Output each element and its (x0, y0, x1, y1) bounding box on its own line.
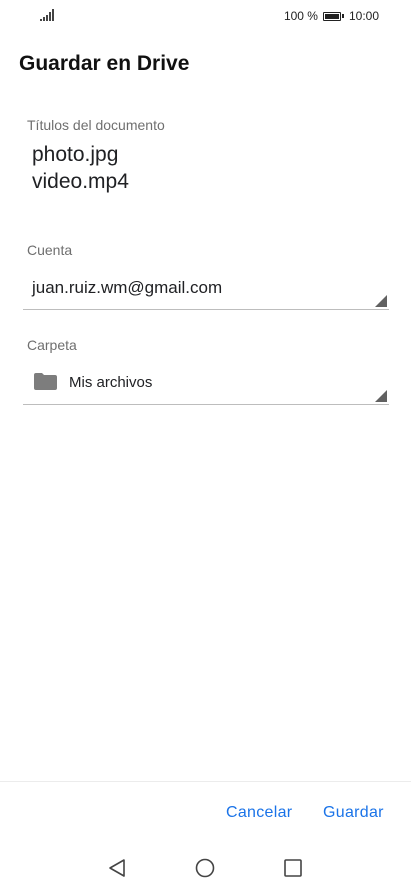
status-bar: 100 % 10:00 (0, 0, 411, 32)
status-right: 100 % 10:00 (284, 9, 379, 23)
signal-icon (40, 9, 54, 21)
navigation-bar (0, 846, 411, 892)
back-triangle-icon[interactable] (106, 857, 128, 879)
battery-level-fill (324, 13, 339, 19)
page-title: Guardar en Drive (19, 52, 190, 75)
account-value: juan.ruiz.wm@gmail.com (32, 278, 223, 297)
dropdown-arrow-icon (375, 390, 387, 402)
actions-divider (0, 781, 411, 782)
document-title[interactable]: video.mp4 (32, 168, 129, 195)
account-label: Cuenta (27, 242, 73, 258)
recents-square-icon[interactable] (282, 857, 304, 879)
document-title[interactable]: photo.jpg (32, 141, 129, 168)
save-button[interactable]: Guardar (323, 804, 384, 822)
clock-time: 10:00 (348, 9, 379, 23)
battery-percent: 100 % (283, 9, 318, 23)
account-select[interactable]: juan.ruiz.wm@gmail.com (23, 268, 389, 310)
cancel-button[interactable]: Cancelar (226, 804, 292, 822)
dropdown-arrow-icon (375, 295, 387, 307)
battery-icon (322, 11, 344, 21)
document-list: photo.jpg video.mp4 (32, 141, 129, 195)
folder-select[interactable]: Mis archivos (23, 362, 389, 405)
documents-label: Títulos del documento (27, 117, 165, 133)
folder-value: Mis archivos (69, 374, 153, 391)
home-circle-icon[interactable] (194, 857, 216, 879)
folder-label: Carpeta (27, 337, 77, 353)
folder-icon (34, 373, 57, 390)
